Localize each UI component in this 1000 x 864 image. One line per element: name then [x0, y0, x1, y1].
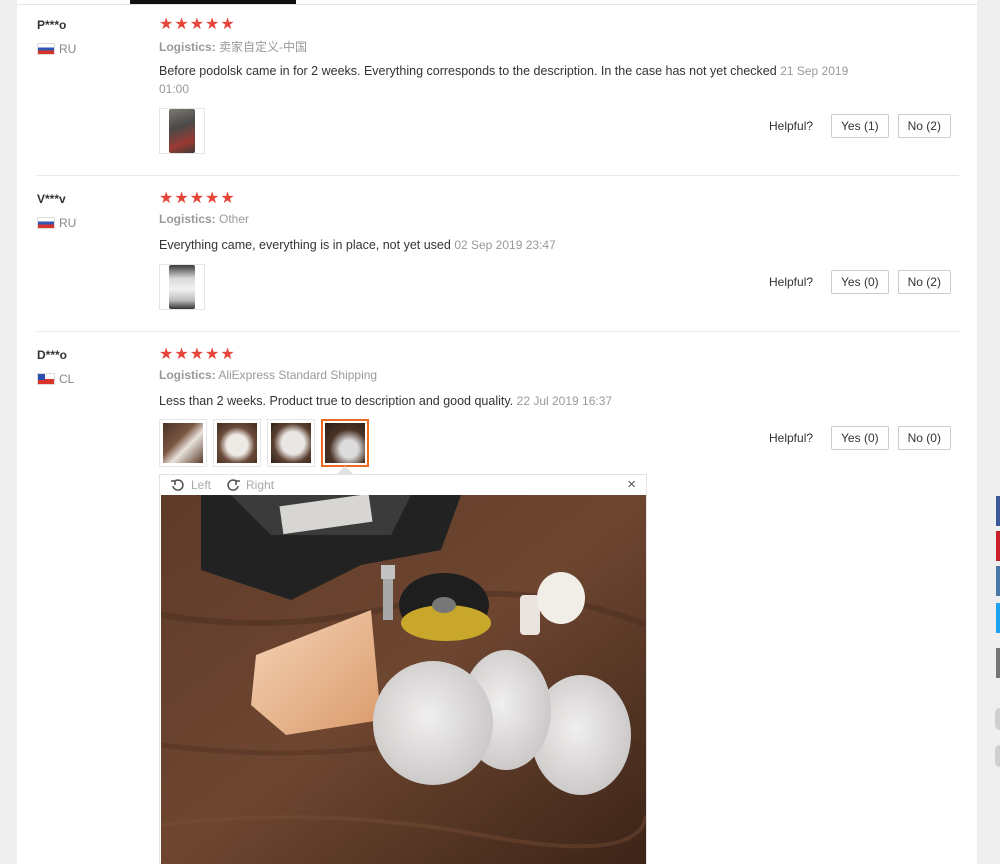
rotate-right-icon	[227, 479, 241, 491]
review-item: V***v RU ★★★★★ Logistics: Other Everythi…	[37, 190, 959, 322]
helpful-yes-button[interactable]: Yes (0)	[831, 270, 889, 294]
helpful-label: Helpful?	[769, 119, 814, 133]
review-body: Everything came, everything is in place,…	[159, 238, 451, 252]
photo-image	[169, 109, 195, 153]
logistics-label: Logistics:	[159, 212, 216, 226]
helpful-label: Helpful?	[769, 431, 814, 445]
review-date: 02 Sep 2019 23:47	[454, 238, 556, 252]
review-photos	[159, 419, 376, 467]
vk-share-button[interactable]	[996, 566, 1000, 596]
rotate-right-label: Right	[246, 478, 275, 492]
rotate-left-button[interactable]: Left	[170, 477, 211, 493]
photo-image	[217, 423, 257, 463]
page-right-margin	[977, 0, 1000, 864]
photo-image	[325, 423, 365, 463]
country-code: CL	[59, 372, 75, 386]
logistics-value: 卖家自定义-中国	[219, 40, 308, 54]
reviewer-country: RU	[37, 42, 76, 56]
logistics-value: Other	[219, 212, 250, 226]
helpful-vote: Helpful? Yes (0) No (2)	[769, 270, 951, 294]
reviewer-name: V***v	[37, 192, 66, 206]
twitter-share-button[interactable]	[996, 603, 1000, 633]
helpful-vote: Helpful? Yes (0) No (0)	[769, 426, 951, 450]
reviewer-name: P***o	[37, 18, 67, 32]
review-photos	[159, 264, 212, 310]
review-photo-thumbnail[interactable]	[267, 419, 315, 467]
reviewer-country: RU	[37, 216, 76, 230]
rotate-right-button[interactable]: Right	[225, 477, 274, 493]
logistics-label: Logistics:	[159, 368, 216, 382]
reviewer-name: D***o	[37, 348, 68, 362]
review-date: 22 Jul 2019 16:37	[516, 394, 613, 408]
helpful-yes-button[interactable]: Yes (1)	[831, 114, 889, 138]
star-rating: ★★★★★	[159, 16, 236, 33]
review-item: D***o CL ★★★★★ Logistics: AliExpress Sta…	[37, 346, 959, 467]
photo-image	[169, 265, 195, 309]
helpful-vote: Helpful? Yes (1) No (2)	[769, 114, 951, 138]
review-photo-large	[161, 495, 646, 864]
logistics-info: Logistics: AliExpress Standard Shipping	[159, 368, 377, 382]
reviewer-country: CL	[37, 372, 74, 386]
chile-flag-icon	[37, 373, 55, 385]
review-divider	[37, 175, 959, 176]
close-viewer-button[interactable]: ×	[627, 476, 636, 493]
review-text: Less than 2 weeks. Product true to descr…	[159, 392, 849, 410]
review-photo-thumbnail-selected[interactable]	[321, 419, 369, 467]
review-body: Before podolsk came in for 2 weeks. Ever…	[159, 64, 777, 78]
logistics-value: AliExpress Standard Shipping	[218, 368, 378, 382]
review-photo-thumbnail[interactable]	[159, 419, 207, 467]
helpful-no-button[interactable]: No (2)	[897, 114, 951, 138]
rotate-left-icon	[171, 479, 184, 491]
helpful-yes-button[interactable]: Yes (0)	[831, 426, 889, 450]
review-photos	[159, 108, 212, 154]
country-code: RU	[59, 216, 77, 230]
photo-image	[163, 423, 203, 463]
top-divider	[17, 4, 977, 5]
country-code: RU	[59, 42, 77, 56]
page-left-margin	[0, 0, 17, 864]
russia-flag-icon	[37, 43, 55, 55]
photo-viewer: Left Right ×	[159, 474, 647, 864]
review-photo-thumbnail[interactable]	[213, 419, 261, 467]
scroll-down-icon[interactable]	[995, 745, 1000, 767]
pinterest-share-button[interactable]	[996, 531, 1000, 561]
helpful-label: Helpful?	[769, 275, 814, 289]
helpful-no-button[interactable]: No (0)	[897, 426, 951, 450]
review-photo-thumbnail[interactable]	[159, 264, 205, 310]
rotate-left-label: Left	[191, 478, 212, 492]
russia-flag-icon	[37, 217, 55, 229]
photo-image	[271, 423, 311, 463]
logistics-info: Logistics: Other	[159, 212, 249, 226]
more-share-button[interactable]	[996, 648, 1000, 678]
viewer-toolbar: Left Right ×	[160, 475, 646, 495]
logistics-label: Logistics:	[159, 40, 216, 54]
star-rating: ★★★★★	[159, 346, 236, 363]
review-text: Before podolsk came in for 2 weeks. Ever…	[159, 62, 849, 98]
star-rating: ★★★★★	[159, 190, 236, 207]
facebook-share-button[interactable]	[996, 496, 1000, 526]
review-divider	[37, 331, 959, 332]
review-text: Everything came, everything is in place,…	[159, 236, 849, 254]
viewer-pointer	[337, 466, 353, 474]
scroll-up-icon[interactable]	[995, 708, 1000, 730]
review-body: Less than 2 weeks. Product true to descr…	[159, 394, 514, 408]
helpful-no-button[interactable]: No (2)	[897, 270, 951, 294]
review-photo-thumbnail[interactable]	[159, 108, 205, 154]
logistics-info: Logistics: 卖家自定义-中国	[159, 38, 307, 55]
review-item: P***o RU ★★★★★ Logistics: 卖家自定义-中国 Befor…	[37, 16, 959, 168]
